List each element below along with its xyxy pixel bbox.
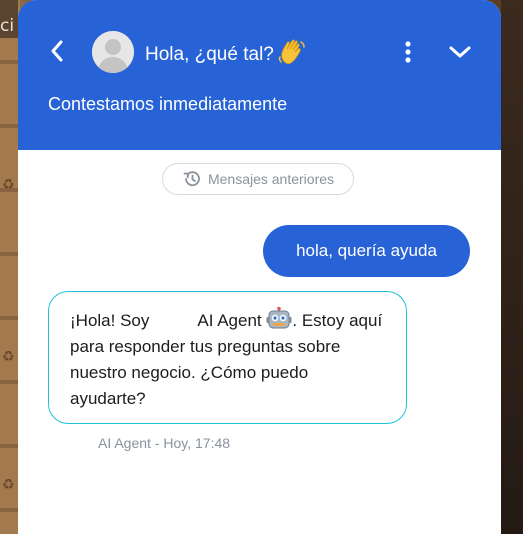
chat-title-text: Hola, ¿qué tal? [145,44,274,65]
chat-subtitle: Contestamos inmediatamente [48,94,288,114]
previous-messages-button[interactable]: Mensajes anteriores [162,163,354,195]
bot-message-intro: ¡Hola! Soy [70,311,150,330]
history-icon [183,171,200,187]
bot-message-meta: AI Agent - Hoy, 17:48 [98,435,231,451]
background-right-panel [501,0,523,534]
recycle-icon: ♻ [2,349,15,365]
collapse-button[interactable] [446,38,474,66]
chevron-left-icon [51,40,63,62]
menu-button[interactable] [398,38,418,66]
background-text: ci [0,16,15,36]
background-left-text: ci [0,0,18,38]
background-left-panel [0,0,20,534]
chat-title: Hola, ¿qué tal? [145,39,306,68]
user-message-text: hola, quería ayuda [296,241,437,260]
previous-messages-label: Mensajes anteriores [207,171,335,187]
bot-agent-name: AI Agent [197,311,262,330]
chevron-down-icon [449,46,471,58]
robot-emoji [266,307,292,329]
chat-widget: Hola, ¿qué tal? Contestamos inmediatamen… [18,0,501,534]
avatar [92,31,134,73]
recycle-icon: ♻ [2,477,15,493]
bot-message-bubble: ¡Hola! Soy AI Agent . Estoy aquí para res… [48,291,407,424]
chat-header: Hola, ¿qué tal? Contestamos inmediatamen… [18,0,501,150]
vertical-dots-icon [405,41,411,63]
recycle-icon: ♻ [2,177,15,193]
header-wave [18,132,501,147]
user-message-bubble: hola, quería ayuda [263,225,470,277]
waving-hand-emoji [278,39,305,65]
back-button[interactable] [44,36,70,66]
user-avatar-icon [92,31,134,73]
